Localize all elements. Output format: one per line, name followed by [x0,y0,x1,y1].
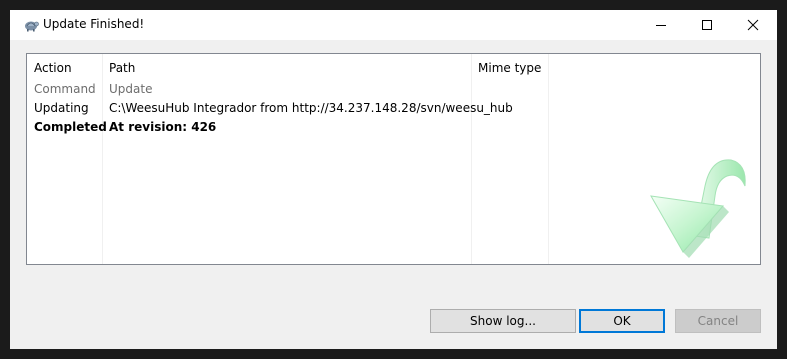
show-log-button[interactable]: Show log... [430,309,576,333]
title-bar: Update Finished! [10,10,777,40]
column-header-path[interactable]: Path [109,61,135,75]
row-command-action[interactable]: Command [34,82,96,96]
ok-button[interactable]: OK [579,309,665,333]
cancel-button[interactable]: Cancel [675,309,761,333]
minimize-button[interactable] [638,10,684,40]
maximize-icon [702,20,712,30]
window-title: Update Finished! [43,17,145,31]
close-icon [747,19,759,31]
column-divider [471,54,472,264]
column-divider [548,54,549,264]
update-arrow-icon [650,159,746,258]
row-completed-action[interactable]: Completed [34,120,107,134]
close-button[interactable] [730,10,776,40]
maximize-button[interactable] [684,10,730,40]
row-updating-path[interactable]: C:\WeesuHub Integrador from http://34.23… [109,101,513,115]
row-updating-action[interactable]: Updating [34,101,89,115]
row-completed-path[interactable]: At revision: 426 [109,120,216,134]
column-header-mime-type[interactable]: Mime type [478,61,541,75]
tortoise-app-icon [23,17,39,33]
column-divider [102,54,103,264]
row-command-path[interactable]: Update [109,82,152,96]
update-results-list[interactable]: Action Path Mime type Command Update Upd… [26,53,761,265]
update-dialog: Update Finished! Action Path Mime type C… [10,10,777,349]
minimize-icon [656,25,666,26]
column-header-action[interactable]: Action [34,61,72,75]
